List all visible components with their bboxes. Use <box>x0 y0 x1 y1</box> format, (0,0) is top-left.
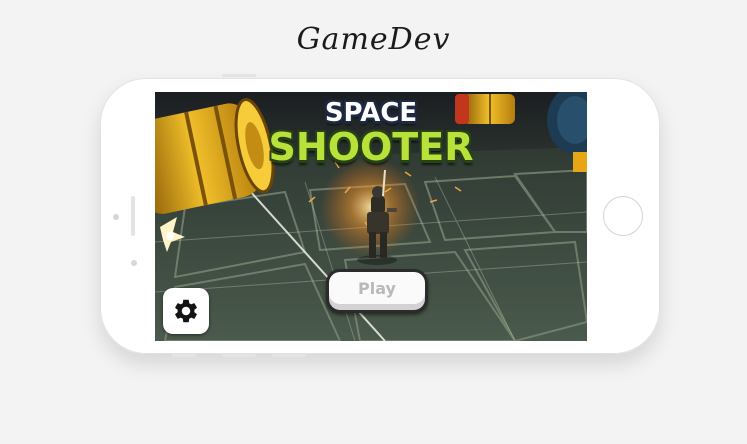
home-button[interactable] <box>603 196 643 236</box>
game-screen[interactable]: SPACE SHOOTER Play <box>155 92 587 341</box>
phone-camera-dot <box>131 260 137 266</box>
phone-side-button <box>222 74 256 77</box>
game-title-line2: SHOOTER <box>268 125 474 169</box>
play-button[interactable]: Play <box>326 269 428 313</box>
phone-side-button <box>172 354 196 357</box>
phone-side-button <box>222 354 256 357</box>
brand-title: GameDev <box>296 22 451 57</box>
phone-side-button <box>272 354 306 357</box>
phone-speaker <box>131 196 135 236</box>
settings-button[interactable] <box>163 288 209 334</box>
phone-sensor-dot <box>113 214 119 220</box>
game-title-line1: SPACE <box>324 98 418 128</box>
gear-icon <box>175 299 197 323</box>
